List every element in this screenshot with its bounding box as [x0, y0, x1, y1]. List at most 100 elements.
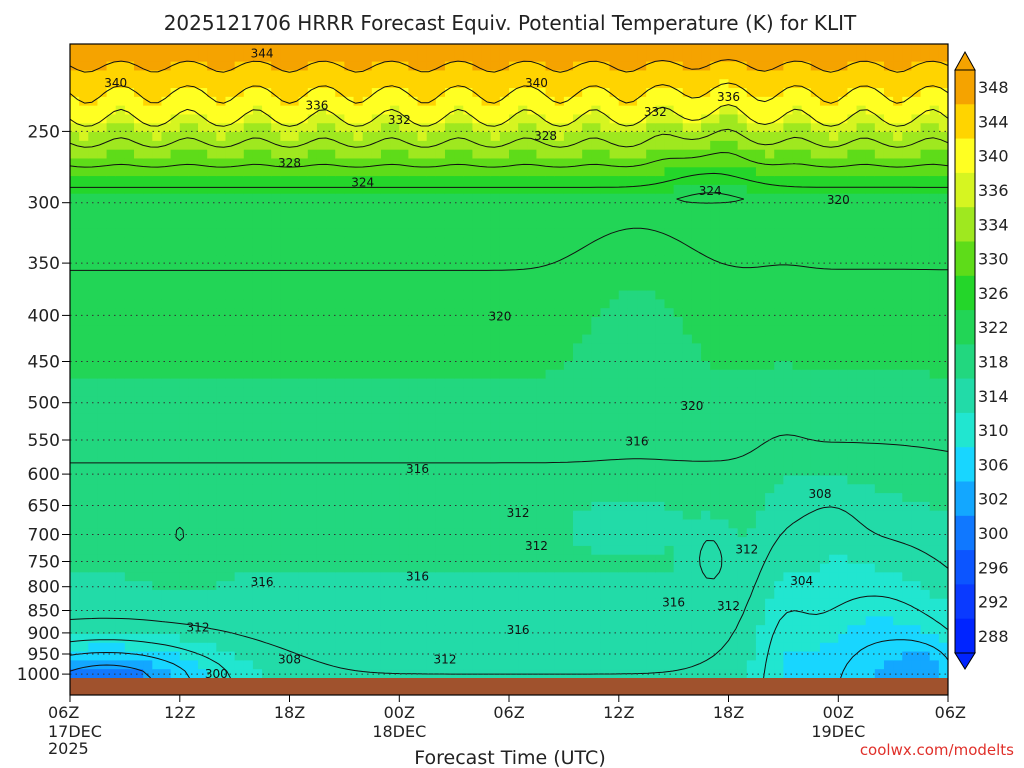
- field-cell: [198, 325, 208, 336]
- field-cell: [97, 607, 108, 617]
- field-cell: [554, 290, 565, 300]
- field-cell: [408, 202, 419, 212]
- field-cell: [380, 316, 391, 327]
- field-cell: [582, 457, 592, 468]
- field-cell: [399, 158, 409, 168]
- field-cell: [536, 616, 547, 626]
- field-cell: [289, 387, 300, 397]
- field-cell: [691, 519, 702, 529]
- field-cell: [152, 378, 163, 389]
- field-cell: [207, 501, 217, 512]
- field-cell: [289, 369, 300, 380]
- field-cell: [380, 405, 391, 415]
- field-cell: [591, 572, 602, 582]
- field-cell: [655, 449, 666, 459]
- field-cell: [97, 537, 108, 547]
- field-cell: [252, 510, 263, 521]
- field-cell: [198, 484, 208, 494]
- field-cell: [335, 651, 345, 661]
- field-cell: [481, 378, 492, 389]
- field-cell: [280, 563, 291, 573]
- field-cell: [417, 167, 428, 177]
- field-cell: [152, 484, 163, 494]
- field-cell: [691, 44, 702, 54]
- field-cell: [563, 396, 574, 406]
- field-cell: [655, 272, 666, 283]
- field-cell: [298, 325, 309, 336]
- field-cell: [380, 545, 391, 556]
- field-cell: [417, 440, 428, 450]
- field-cell: [444, 158, 455, 168]
- field-cell: [198, 475, 208, 485]
- field-cell: [207, 554, 217, 565]
- field-cell: [271, 413, 281, 424]
- field-cell: [289, 211, 300, 221]
- field-cell: [188, 70, 199, 80]
- field-cell: [271, 334, 281, 344]
- field-cell: [216, 581, 227, 591]
- field-cell: [618, 413, 629, 424]
- field-cell: [481, 105, 492, 116]
- field-cell: [134, 105, 144, 116]
- field-cell: [472, 528, 483, 538]
- field-cell: [307, 510, 318, 521]
- field-cell: [536, 369, 547, 380]
- field-cell: [691, 132, 702, 142]
- field-cell: [188, 466, 199, 477]
- field-cell: [143, 316, 153, 327]
- field-cell: [134, 343, 144, 353]
- field-cell: [426, 193, 437, 204]
- field-cell: [326, 167, 336, 177]
- field-cell: [198, 308, 208, 318]
- field-cell: [216, 272, 227, 283]
- field-cell: [143, 466, 153, 477]
- field-cell: [499, 281, 510, 292]
- field-cell: [426, 281, 437, 292]
- field-cell: [426, 352, 437, 362]
- field-cell: [435, 299, 446, 309]
- field-cell: [481, 114, 492, 124]
- field-cell: [490, 211, 501, 221]
- field-cell: [490, 589, 501, 600]
- field-cell: [463, 220, 474, 230]
- field-cell: [207, 484, 217, 494]
- field-cell: [115, 554, 126, 565]
- field-cell: [380, 44, 391, 54]
- field-cell: [353, 220, 364, 230]
- field-cell: [701, 237, 711, 248]
- field-cell: [225, 449, 236, 459]
- field-cell: [600, 158, 611, 168]
- field-cell: [252, 299, 263, 309]
- field-cell: [563, 184, 574, 195]
- field-cell: [362, 352, 373, 362]
- field-cell: [417, 52, 428, 63]
- field-cell: [472, 272, 483, 283]
- field-cell: [490, 132, 501, 142]
- field-cell: [399, 387, 409, 397]
- field-cell: [399, 149, 409, 160]
- field-cell: [664, 581, 675, 591]
- field-cell: [463, 449, 474, 459]
- field-cell: [600, 554, 611, 565]
- field-cell: [225, 651, 236, 661]
- field-cell: [454, 44, 464, 54]
- field-cell: [115, 237, 126, 248]
- field-cell: [124, 633, 135, 644]
- field-cell: [70, 413, 80, 424]
- field-cell: [161, 528, 172, 538]
- field-cell: [344, 501, 355, 512]
- field-cell: [243, 220, 254, 230]
- field-cell: [444, 176, 455, 186]
- field-cell: [646, 651, 656, 661]
- field-cell: [262, 176, 272, 186]
- field-cell: [490, 369, 501, 380]
- field-cell: [609, 237, 620, 248]
- field-cell: [344, 334, 355, 344]
- field-cell: [106, 396, 117, 406]
- field-cell: [307, 44, 318, 54]
- field-cell: [124, 378, 135, 389]
- field-cell: [252, 378, 263, 389]
- field-cell: [371, 642, 382, 653]
- field-cell: [472, 176, 483, 186]
- field-cell: [70, 554, 80, 565]
